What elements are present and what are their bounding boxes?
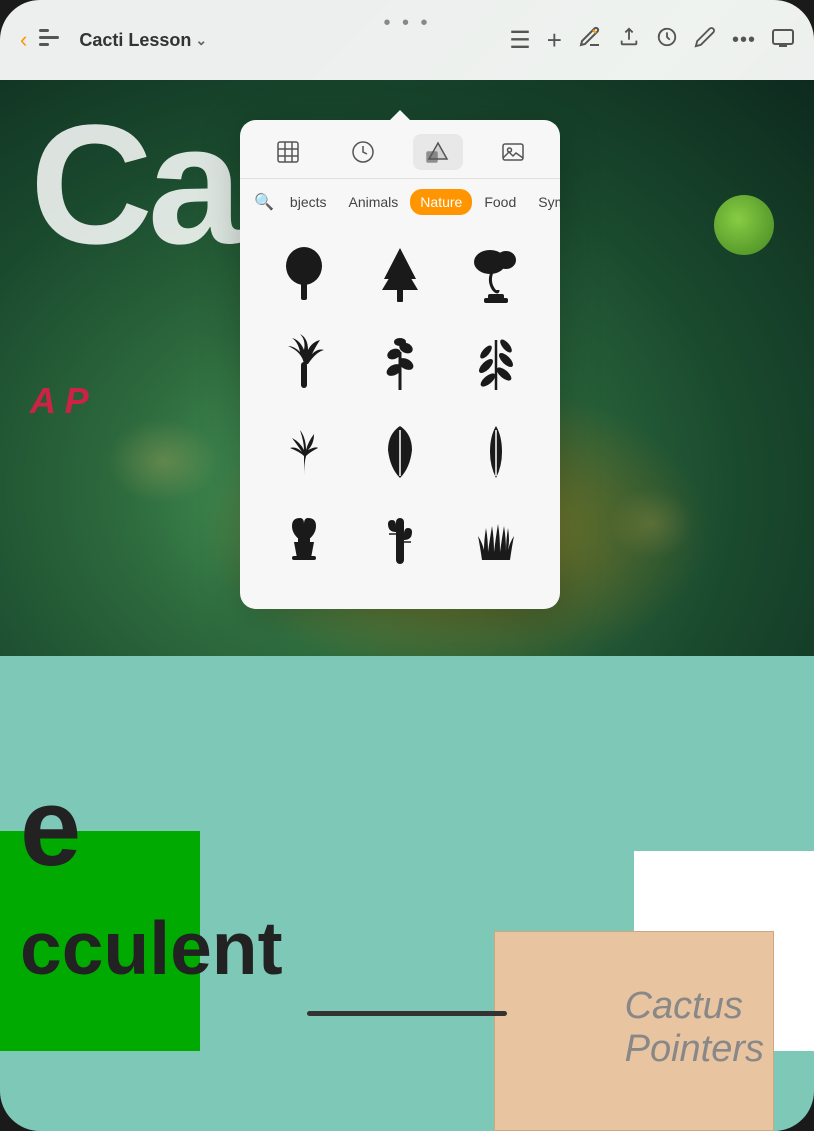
draw-button[interactable] [578, 25, 602, 55]
tab-media[interactable] [488, 134, 538, 170]
category-tab-bar: 🔍 bjects Animals Nature Food Symbols [240, 179, 560, 225]
bottom-text-e: e [20, 764, 81, 891]
cactus-pointers-text: CactusPointers [625, 985, 764, 1071]
icon-bonsai[interactable] [452, 235, 540, 315]
icon-fern[interactable] [452, 323, 540, 403]
icon-cactus[interactable] [356, 499, 444, 579]
icon-potted-plant[interactable] [260, 499, 348, 579]
tab-table[interactable] [263, 134, 313, 170]
green-circle-decoration [714, 195, 774, 255]
bottom-home-indicator [307, 1011, 507, 1016]
category-objects[interactable]: bjects [280, 189, 337, 215]
pencil-tool-button[interactable] [694, 26, 716, 54]
sidebar-line-1 [39, 29, 49, 32]
sidebar-line-3 [39, 43, 49, 46]
sidebar-line-2 [39, 36, 59, 39]
icon-grass[interactable] [452, 499, 540, 579]
history-button[interactable] [656, 26, 678, 54]
category-nature[interactable]: Nature [410, 189, 472, 215]
bottom-section: e cculent CactusPointers [0, 656, 814, 1131]
icon-leaf-tall[interactable] [356, 411, 444, 491]
dropdown-tab-bar [240, 120, 560, 179]
navbar: ‹ Cacti Lesson ⌄ ☰ + [0, 0, 814, 80]
present-button[interactable] [772, 27, 794, 53]
category-symbols[interactable]: Symbols [528, 189, 560, 215]
tab-shapes[interactable] [413, 134, 463, 170]
icon-deciduous-tree[interactable] [260, 235, 348, 315]
bottom-text-cculent: cculent [20, 905, 283, 991]
nav-left: ‹ Cacti Lesson ⌄ [20, 27, 407, 53]
category-food[interactable]: Food [474, 189, 526, 215]
nature-icons-grid [240, 225, 560, 589]
page-subtitle-bg: A P [30, 380, 89, 422]
share-button[interactable] [618, 26, 640, 54]
add-button[interactable]: + [547, 25, 562, 56]
icon-pine-tree[interactable] [356, 235, 444, 315]
search-icon[interactable]: 🔍 [254, 192, 274, 212]
document-title[interactable]: Cacti Lesson ⌄ [79, 30, 207, 51]
drag-handle: • • • [383, 12, 430, 35]
list-button[interactable]: ☰ [509, 26, 531, 55]
tab-clock[interactable] [338, 134, 388, 170]
dropdown-arrow [390, 110, 410, 120]
more-button[interactable]: ••• [732, 29, 756, 52]
icon-leaf-slim[interactable] [452, 411, 540, 491]
shapes-dropdown-panel: 🔍 bjects Animals Nature Food Symbols [240, 120, 560, 609]
page-title-bg: Ca [30, 100, 237, 270]
document-title-text: Cacti Lesson [79, 30, 191, 51]
nav-right: ☰ + ••• [407, 25, 794, 56]
icon-cannabis-leaf[interactable] [260, 411, 348, 491]
icon-herb-sprig[interactable] [356, 323, 444, 403]
title-chevron-icon: ⌄ [195, 32, 207, 49]
back-button[interactable]: ‹ [20, 27, 27, 53]
icon-palm-tree[interactable] [260, 323, 348, 403]
sidebar-toggle-button[interactable] [39, 29, 67, 51]
category-animals[interactable]: Animals [339, 189, 409, 215]
